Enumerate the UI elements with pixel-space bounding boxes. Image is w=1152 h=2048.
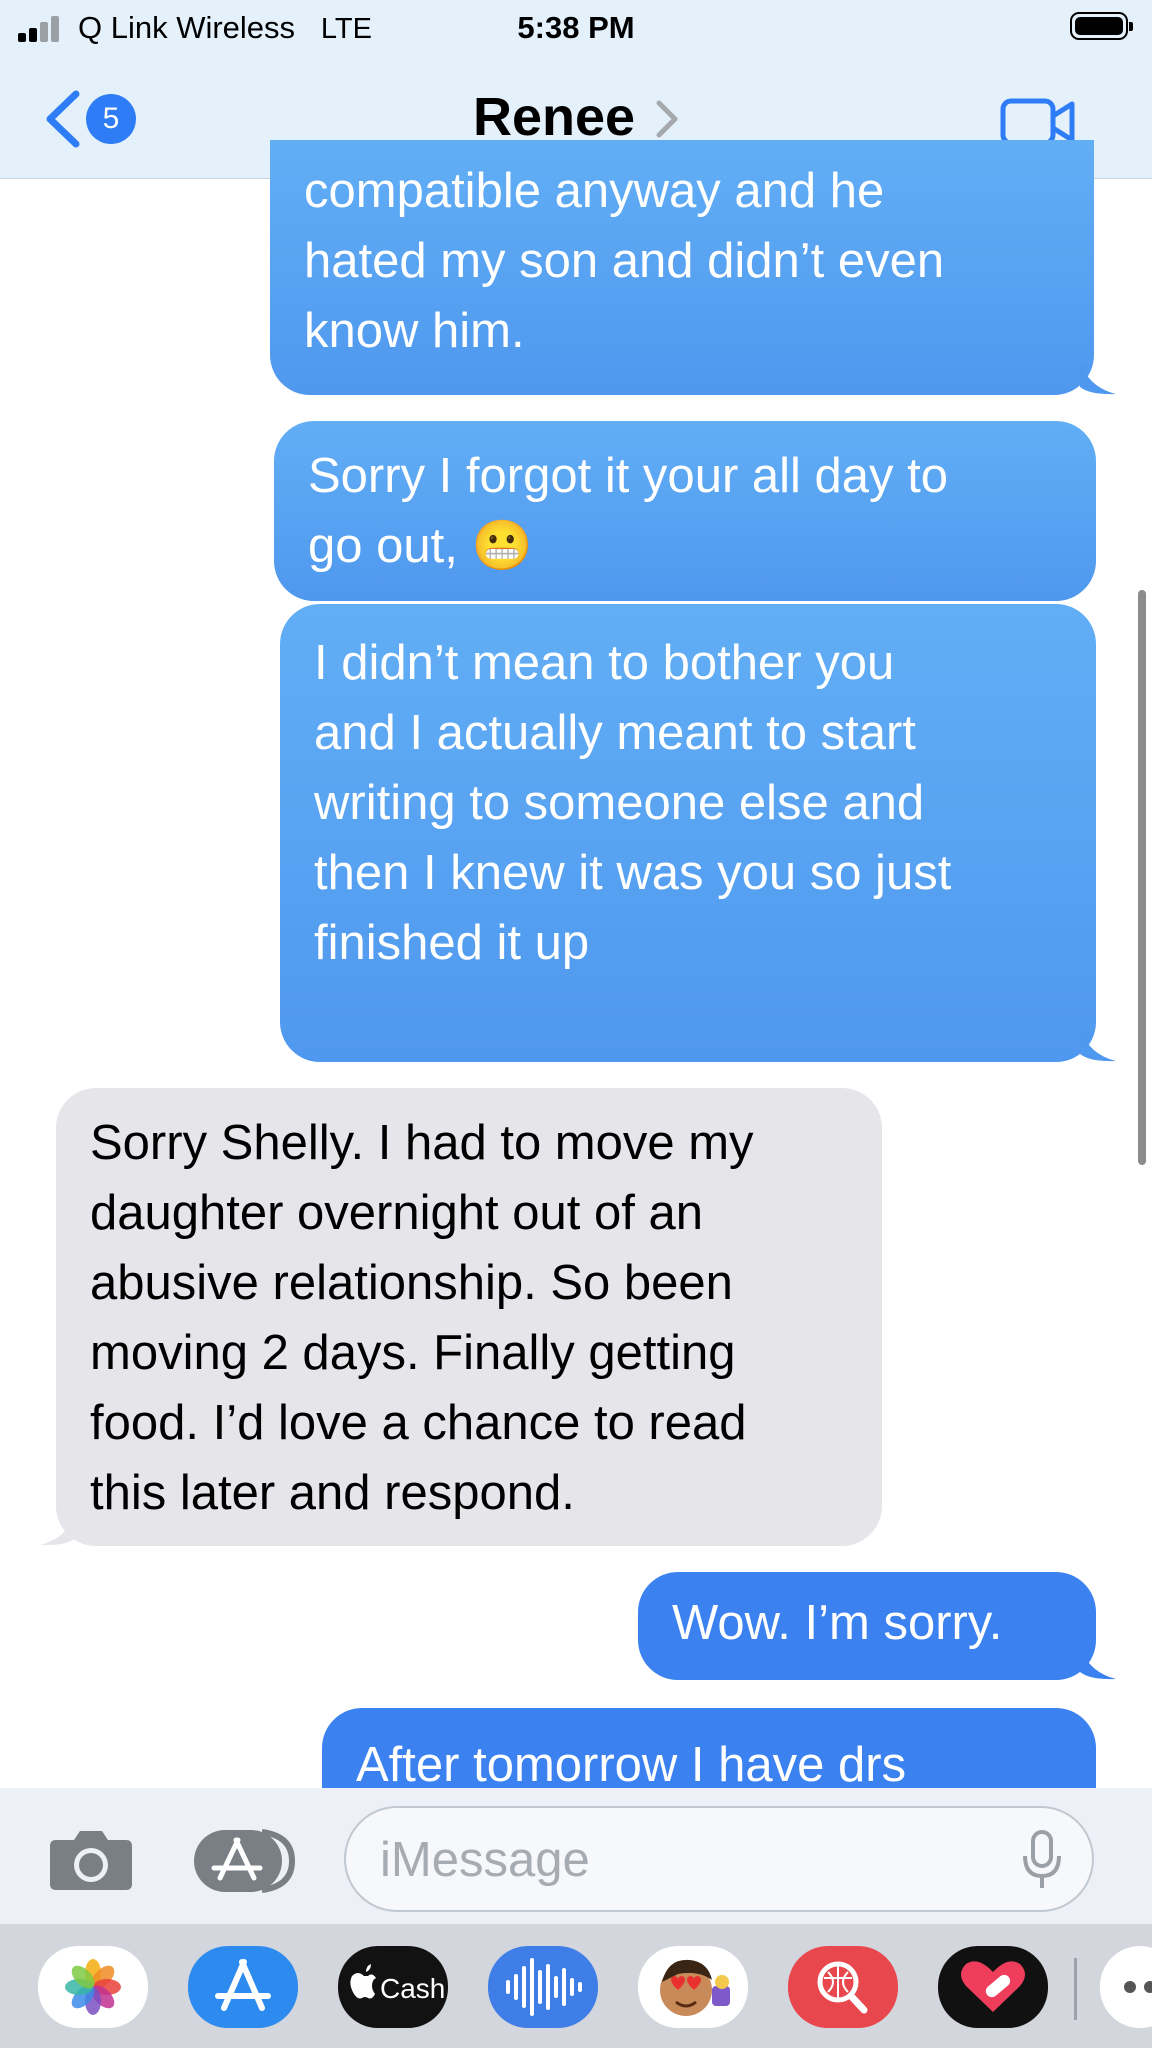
bubble-tail <box>40 1512 76 1546</box>
cash-label: Cash <box>380 1973 445 2004</box>
received-message-bubble[interactable]: Sorry Shelly. I had to move my daughter … <box>56 1088 882 1546</box>
microphone-icon <box>1023 1830 1061 1888</box>
sent-message-bubble[interactable]: compatible anyway and he hated my son an… <box>270 140 1094 395</box>
sent-message-bubble[interactable]: Wow. I’m sorry. <box>638 1572 1096 1680</box>
bubble-tail <box>1080 1646 1116 1680</box>
memoji-app-icon[interactable] <box>638 1946 748 2028</box>
bubble-tail <box>1080 1028 1116 1062</box>
message-input-placeholder: iMessage <box>380 1833 590 1887</box>
sent-message-bubble[interactable]: I didn’t mean to bother you and I actual… <box>280 604 1096 1062</box>
message-line: food. I’d love a chance to read <box>90 1396 747 1450</box>
camera-icon <box>50 1831 132 1890</box>
message-line: then I knew it was you so just <box>314 846 952 900</box>
message-line: moving 2 days. Finally getting <box>90 1326 736 1380</box>
message-line: After tomorrow I have drs <box>356 1738 907 1788</box>
battery-icon <box>1070 12 1133 40</box>
message-line: finished it up <box>314 916 590 970</box>
message-line: abusive relationship. So been <box>90 1256 733 1310</box>
message-line: hated my son and didn’t even <box>304 234 945 288</box>
app-store-icon <box>194 1829 296 1893</box>
photos-app-icon[interactable] <box>38 1946 148 2028</box>
message-line: daughter overnight out of an <box>90 1186 703 1240</box>
bubble-tail <box>1080 361 1116 395</box>
status-bar: Q Link Wireless LTE 5:38 PM <box>0 0 1152 58</box>
imessage-app-drawer: Cash <box>0 1924 1152 2048</box>
message-line: Sorry I forgot it your all day to <box>308 449 948 503</box>
sent-message-bubble[interactable]: After tomorrow I have drs <box>322 1708 1096 1788</box>
audio-message-app-icon[interactable] <box>488 1946 598 2028</box>
more-apps-icon[interactable] <box>1100 1946 1152 2028</box>
message-line: writing to someone else and <box>314 776 925 830</box>
sent-message-bubble[interactable]: Sorry I forgot it your all day to go out… <box>274 421 1096 601</box>
status-time: 5:38 PM <box>517 10 635 45</box>
apps-button[interactable] <box>192 1828 296 1899</box>
app-drawer-divider <box>1074 1958 1077 2020</box>
message-line: know him. <box>304 304 525 358</box>
message-input[interactable]: iMessage <box>344 1806 1094 1912</box>
app-store-app-icon[interactable] <box>188 1946 298 2028</box>
image-search-app-icon[interactable] <box>788 1946 898 2028</box>
message-line: Sorry Shelly. I had to move my <box>90 1116 754 1170</box>
contact-name: Renee <box>472 87 636 147</box>
scrollbar[interactable] <box>1138 590 1146 1165</box>
message-line: Wow. I’m sorry. <box>672 1596 1003 1650</box>
apple-cash-app-icon[interactable]: Cash <box>338 1946 448 2028</box>
message-line: this later and respond. <box>90 1466 575 1520</box>
digital-touch-app-icon[interactable] <box>938 1946 1048 2028</box>
message-line: compatible anyway and he <box>304 164 885 218</box>
message-line: go out, 😬 <box>308 519 533 573</box>
compose-bar: iMessage <box>0 1788 1152 1924</box>
camera-button[interactable] <box>48 1828 134 1897</box>
message-line: I didn’t mean to bother you <box>314 636 895 690</box>
message-line: and I actually meant to start <box>314 706 916 760</box>
dictation-button[interactable] <box>1022 1830 1062 1895</box>
